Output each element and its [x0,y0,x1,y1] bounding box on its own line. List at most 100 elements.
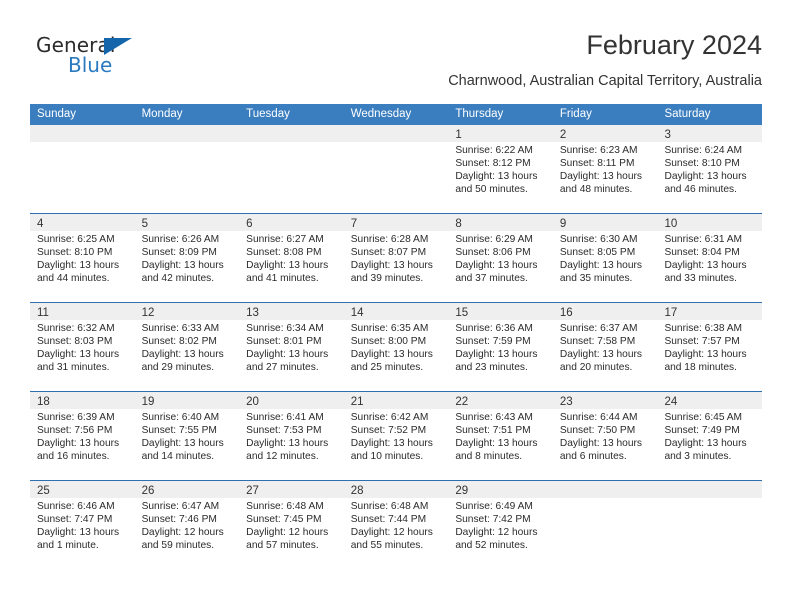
sunset-time: Sunset: 7:55 PM [141,424,217,436]
calendar-day-cell[interactable]: 21 Sunrise: 6:42 AM Sunset: 7:52 PM Dayligh… [343,392,449,480]
calendar-day-cell[interactable]: 8 Sunrise: 6:29 AM Sunset: 8:06 PM Daylight… [448,214,553,302]
day-number: 25 [37,485,50,497]
calendar-day-cell[interactable]: 1 Sunrise: 6:22 AM Sunset: 8:12 PM Daylight… [448,125,553,213]
sunrise-time: Sunrise: 6:40 AM [141,412,220,423]
day-number-band [134,125,240,142]
day-details: Sunrise: 6:24 AM Sunset: 8:10 PM Daylight:… [657,142,762,197]
calendar-day-cell[interactable]: 24 Sunrise: 6:45 AM Sunset: 7:49 PM Dayligh… [657,392,763,480]
sunset-time: Sunset: 7:56 PM [37,424,113,436]
calendar-day-cell[interactable]: 28 Sunrise: 6:48 AM Sunset: 7:44 PM Dayligh… [343,481,449,569]
calendar-week-row: 1 Sunrise: 6:22 AM Sunset: 8:12 PM Daylight… [30,125,763,213]
sunset-time: Sunset: 7:57 PM [664,335,740,347]
sunset-time: Sunset: 8:11 PM [559,157,635,169]
daylight-duration-line2: and 46 minutes. [664,183,737,195]
day-details: Sunrise: 6:27 AM Sunset: 8:08 PM Daylight:… [239,231,344,286]
calendar-day-cell[interactable]: 7 Sunrise: 6:28 AM Sunset: 8:07 PM Daylight… [343,214,449,302]
daylight-duration-line1: Daylight: 13 hours [246,348,329,360]
calendar-day-cell[interactable]: 9 Sunrise: 6:30 AM Sunset: 8:05 PM Daylight… [552,214,658,302]
calendar-day-cell[interactable]: 13 Sunrise: 6:34 AM Sunset: 8:01 PM Dayligh… [239,303,344,391]
day-number-band: 8 [448,214,553,231]
daylight-duration-line1: Daylight: 13 hours [559,437,643,449]
daylight-duration-line2: and 23 minutes. [455,361,528,373]
sunset-time: Sunset: 7:51 PM [455,424,531,436]
daylight-duration-line1: Daylight: 13 hours [664,170,747,182]
calendar-weeks: 1 Sunrise: 6:22 AM Sunset: 8:12 PM Daylight… [30,125,763,569]
sunset-time: Sunset: 8:08 PM [246,246,322,258]
daylight-duration-line2: and 50 minutes. [455,183,528,195]
calendar-day-cell[interactable]: 23 Sunrise: 6:44 AM Sunset: 7:50 PM Dayligh… [552,392,658,480]
sunset-time: Sunset: 7:50 PM [559,424,636,436]
calendar-day-cell[interactable]: 6 Sunrise: 6:27 AM Sunset: 8:08 PM Daylight… [239,214,344,302]
day-number-band: 18 [30,392,135,409]
calendar-week-row: 4 Sunrise: 6:25 AM Sunset: 8:10 PM Daylight… [30,213,763,302]
day-details: Sunrise: 6:38 AM Sunset: 7:57 PM Daylight:… [657,320,762,375]
daylight-duration-line2: and 44 minutes. [37,272,110,284]
calendar-page: General Blue February 2024 Charnwood, Au… [0,0,792,612]
day-number-band [657,481,763,498]
daylight-duration-line2: and 25 minutes. [350,361,424,373]
calendar-day-cell[interactable]: 20 Sunrise: 6:41 AM Sunset: 7:53 PM Dayligh… [239,392,344,480]
daylight-duration-line2: and 16 minutes. [37,450,110,462]
sunrise-time: Sunrise: 6:35 AM [350,323,429,334]
calendar-day-cell[interactable]: 26 Sunrise: 6:47 AM Sunset: 7:46 PM Dayligh… [134,481,240,569]
calendar-day-cell-empty [343,125,449,213]
day-number: 2 [559,129,567,141]
day-details [135,142,240,145]
calendar-day-cell[interactable]: 16 Sunrise: 6:37 AM Sunset: 7:58 PM Dayligh… [552,303,658,391]
calendar-day-cell[interactable]: 18 Sunrise: 6:39 AM Sunset: 7:56 PM Dayligh… [30,392,135,480]
day-number: 15 [455,307,469,319]
day-number-band [552,481,658,498]
calendar-day-cell[interactable]: 19 Sunrise: 6:40 AM Sunset: 7:55 PM Dayligh… [134,392,240,480]
page-title: February 2024 [586,30,762,60]
calendar-day-cell[interactable]: 11 Sunrise: 6:32 AM Sunset: 8:03 PM Dayligh… [30,303,135,391]
calendar-day-cell[interactable]: 17 Sunrise: 6:38 AM Sunset: 7:57 PM Dayligh… [657,303,763,391]
daylight-duration-line1: Daylight: 13 hours [141,259,224,271]
sunrise-time: Sunrise: 6:44 AM [559,412,638,423]
calendar-day-cell[interactable]: 14 Sunrise: 6:35 AM Sunset: 8:00 PM Dayligh… [343,303,449,391]
weekday-header-saturday: Saturday [664,108,711,120]
day-number: 17 [664,307,678,319]
sunrise-time: Sunrise: 6:29 AM [455,234,533,245]
calendar-day-cell[interactable]: 10 Sunrise: 6:31 AM Sunset: 8:04 PM Dayligh… [657,214,763,302]
daylight-duration-line1: Daylight: 13 hours [246,259,329,271]
sunrise-time: Sunrise: 6:47 AM [141,501,220,512]
day-number: 5 [141,218,148,230]
calendar-day-cell-empty [657,481,763,569]
day-number: 9 [559,218,567,230]
daylight-duration-line2: and 39 minutes. [350,272,424,284]
sunrise-time: Sunrise: 6:36 AM [455,323,533,334]
calendar-day-cell[interactable]: 27 Sunrise: 6:48 AM Sunset: 7:45 PM Dayligh… [239,481,344,569]
sunrise-time: Sunrise: 6:48 AM [246,501,324,512]
calendar-day-cell[interactable]: 22 Sunrise: 6:43 AM Sunset: 7:51 PM Dayligh… [448,392,553,480]
page-subtitle-location: Charnwood, Australian Capital Territory,… [448,73,762,89]
calendar-day-cell[interactable]: 12 Sunrise: 6:33 AM Sunset: 8:02 PM Dayligh… [134,303,240,391]
daylight-duration-line2: and 14 minutes. [141,450,215,462]
calendar-day-cell[interactable]: 4 Sunrise: 6:25 AM Sunset: 8:10 PM Daylight… [30,214,135,302]
sunrise-time: Sunrise: 6:49 AM [455,501,533,512]
sunset-time: Sunset: 7:53 PM [246,424,322,436]
day-number-band: 23 [552,392,658,409]
sunset-time: Sunset: 8:10 PM [664,157,740,169]
sunrise-time: Sunrise: 6:23 AM [559,145,638,156]
sunrise-time: Sunrise: 6:37 AM [559,323,638,334]
day-number: 3 [664,129,671,141]
calendar-day-cell[interactable]: 5 Sunrise: 6:26 AM Sunset: 8:09 PM Daylight… [134,214,240,302]
day-details: Sunrise: 6:29 AM Sunset: 8:06 PM Daylight:… [448,231,553,286]
day-details: Sunrise: 6:43 AM Sunset: 7:51 PM Daylight:… [448,409,553,464]
sunset-time: Sunset: 8:00 PM [350,335,427,347]
daylight-duration-line2: and 35 minutes. [559,272,633,284]
daylight-duration-line1: Daylight: 13 hours [455,259,538,271]
sunset-time: Sunset: 8:05 PM [559,246,636,258]
calendar-day-cell[interactable]: 25 Sunrise: 6:46 AM Sunset: 7:47 PM Dayligh… [30,481,135,569]
sunset-time: Sunset: 7:49 PM [664,424,740,436]
calendar-day-cell[interactable]: 29 Sunrise: 6:49 AM Sunset: 7:42 PM Dayligh… [448,481,553,569]
daylight-duration-line2: and 55 minutes. [350,539,424,551]
sunset-time: Sunset: 7:45 PM [246,513,322,525]
calendar-day-cell[interactable]: 3 Sunrise: 6:24 AM Sunset: 8:10 PM Daylight… [657,125,763,213]
calendar-day-cell[interactable]: 15 Sunrise: 6:36 AM Sunset: 7:59 PM Dayligh… [448,303,553,391]
day-number-band: 25 [30,481,135,498]
day-number-band: 6 [239,214,344,231]
daylight-duration-line1: Daylight: 13 hours [37,526,120,538]
calendar-day-cell[interactable]: 2 Sunrise: 6:23 AM Sunset: 8:11 PM Daylight… [552,125,658,213]
sunset-time: Sunset: 7:42 PM [455,513,531,525]
